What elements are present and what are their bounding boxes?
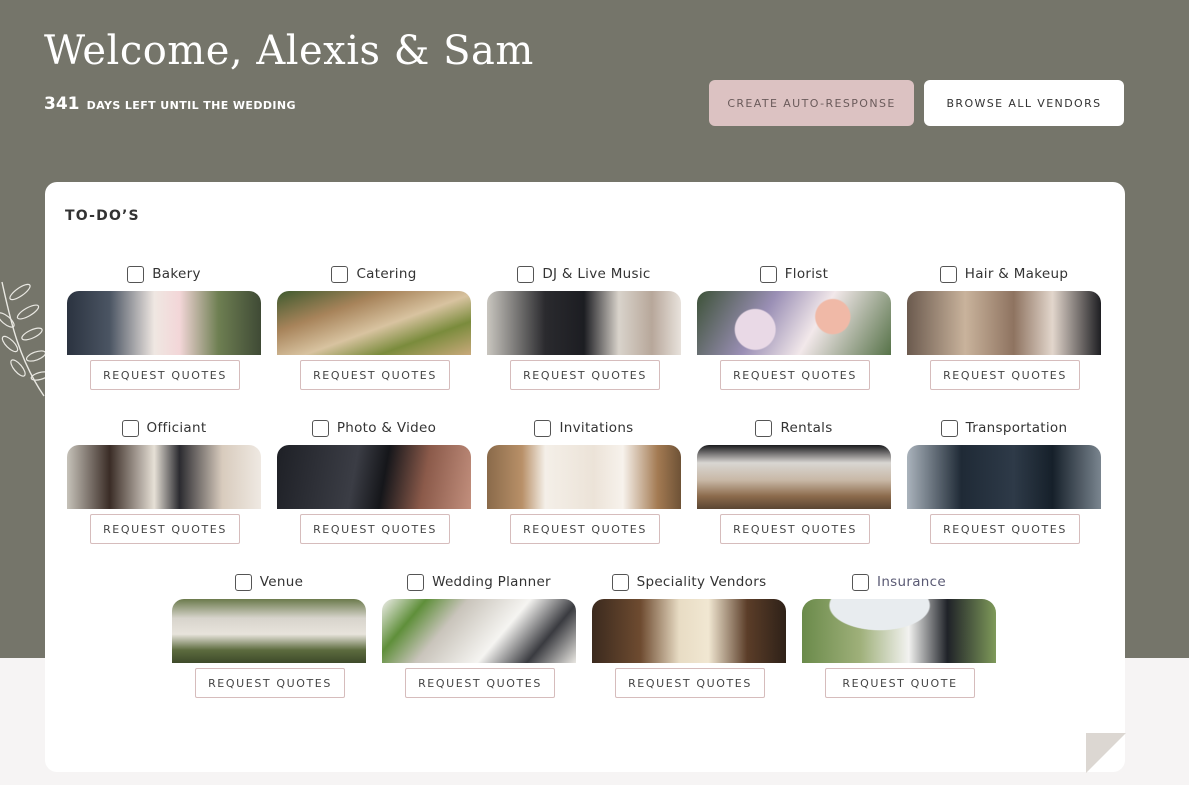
insurance-checkbox[interactable] [852, 573, 870, 591]
request-quotes-button[interactable]: REQUEST QUOTES [930, 360, 1080, 390]
florist-image [697, 291, 891, 355]
invitations-image [487, 445, 681, 509]
dj-live-music-checkbox[interactable] [517, 265, 535, 283]
wedding-planner-checkbox[interactable] [407, 573, 425, 591]
request-quotes-button[interactable]: REQUEST QUOTES [720, 514, 870, 544]
todo-label: Venue [259, 574, 304, 590]
venue-checkbox[interactable] [234, 573, 252, 591]
todo-label: Rentals [780, 420, 833, 436]
browse-all-vendors-button[interactable]: BROWSE ALL VENDORS [924, 80, 1124, 126]
florist-checkbox[interactable] [759, 265, 777, 283]
request-quotes-button[interactable]: REQUEST QUOTES [510, 360, 660, 390]
request-quotes-button[interactable]: REQUEST QUOTES [510, 514, 660, 544]
todo-item-invitations: Invitations REQUEST QUOTES [487, 418, 681, 544]
request-quotes-button[interactable]: REQUEST QUOTES [615, 668, 765, 698]
request-quotes-button[interactable]: REQUEST QUOTES [930, 514, 1080, 544]
todo-item-bakery: Bakery REQUEST QUOTES [67, 264, 261, 390]
request-quotes-button[interactable]: REQUEST QUOTES [300, 514, 450, 544]
rentals-checkbox[interactable] [755, 419, 773, 437]
dj-live-music-image [487, 291, 681, 355]
request-quotes-button[interactable]: REQUEST QUOTES [405, 668, 555, 698]
request-quotes-button[interactable]: REQUEST QUOTES [90, 514, 240, 544]
request-quotes-button[interactable]: REQUEST QUOTES [300, 360, 450, 390]
request-quotes-button[interactable]: REQUEST QUOTES [90, 360, 240, 390]
page-fold-corner [1086, 733, 1126, 773]
speciality-vendors-checkbox[interactable] [611, 573, 629, 591]
todo-label: Catering [356, 266, 417, 282]
todo-item-officiant: Officiant REQUEST QUOTES [67, 418, 261, 544]
bakery-checkbox[interactable] [127, 265, 145, 283]
welcome-heading: Welcome, Alexis & Sam [44, 28, 534, 74]
todo-item-venue: Venue REQUEST QUOTES [172, 572, 366, 698]
wedding-countdown: 341 DAYS LEFT UNTIL THE WEDDING [44, 94, 296, 114]
transportation-image [907, 445, 1101, 509]
officiant-checkbox[interactable] [121, 419, 139, 437]
todo-label: Speciality Vendors [636, 574, 767, 590]
todo-label: Transportation [965, 420, 1068, 436]
request-quotes-button[interactable]: REQUEST QUOTES [720, 360, 870, 390]
photo-video-checkbox[interactable] [311, 419, 329, 437]
todo-item-speciality-vendors: Speciality Vendors REQUEST QUOTES [592, 572, 786, 698]
catering-checkbox[interactable] [331, 265, 349, 283]
todo-item-florist: Florist REQUEST QUOTES [697, 264, 891, 390]
days-left-count: 341 [44, 94, 80, 114]
todo-item-dj-live-music: DJ & Live Music REQUEST QUOTES [487, 264, 681, 390]
todo-label: Hair & Makeup [964, 266, 1069, 282]
todos-title: TO-DO’S [65, 208, 140, 224]
speciality-vendors-image [592, 599, 786, 663]
days-left-text: DAYS LEFT UNTIL THE WEDDING [86, 99, 296, 112]
todo-label: Officiant [146, 420, 207, 436]
todo-item-photo-video: Photo & Video REQUEST QUOTES [277, 418, 471, 544]
catering-image [277, 291, 471, 355]
todo-item-insurance: Insurance REQUEST QUOTE [802, 572, 996, 698]
todos-card: TO-DO’S Bakery REQUEST QUOTES Catering R… [45, 182, 1125, 772]
todo-label: DJ & Live Music [542, 266, 651, 282]
photo-video-image [277, 445, 471, 509]
todo-label: Invitations [559, 420, 634, 436]
todo-label: Bakery [152, 266, 201, 282]
todo-item-transportation: Transportation REQUEST QUOTES [907, 418, 1101, 544]
create-auto-response-button[interactable]: CREATE AUTO-RESPONSE [709, 80, 914, 126]
todo-item-catering: Catering REQUEST QUOTES [277, 264, 471, 390]
insurance-image [802, 599, 996, 663]
request-quote-button[interactable]: REQUEST QUOTE [825, 668, 975, 698]
hair-makeup-checkbox[interactable] [939, 265, 957, 283]
todo-label: Wedding Planner [432, 574, 551, 590]
transportation-checkbox[interactable] [940, 419, 958, 437]
hair-makeup-image [907, 291, 1101, 355]
venue-image [172, 599, 366, 663]
invitations-checkbox[interactable] [534, 419, 552, 437]
bakery-image [67, 291, 261, 355]
wedding-planner-image [382, 599, 576, 663]
todo-item-wedding-planner: Wedding Planner REQUEST QUOTES [382, 572, 576, 698]
insurance-link[interactable]: Insurance [877, 574, 946, 590]
todo-item-rentals: Rentals REQUEST QUOTES [697, 418, 891, 544]
rentals-image [697, 445, 891, 509]
request-quotes-button[interactable]: REQUEST QUOTES [195, 668, 345, 698]
todo-item-hair-makeup: Hair & Makeup REQUEST QUOTES [907, 264, 1101, 390]
todo-label: Florist [784, 266, 829, 282]
todo-label: Photo & Video [336, 420, 437, 436]
officiant-image [67, 445, 261, 509]
